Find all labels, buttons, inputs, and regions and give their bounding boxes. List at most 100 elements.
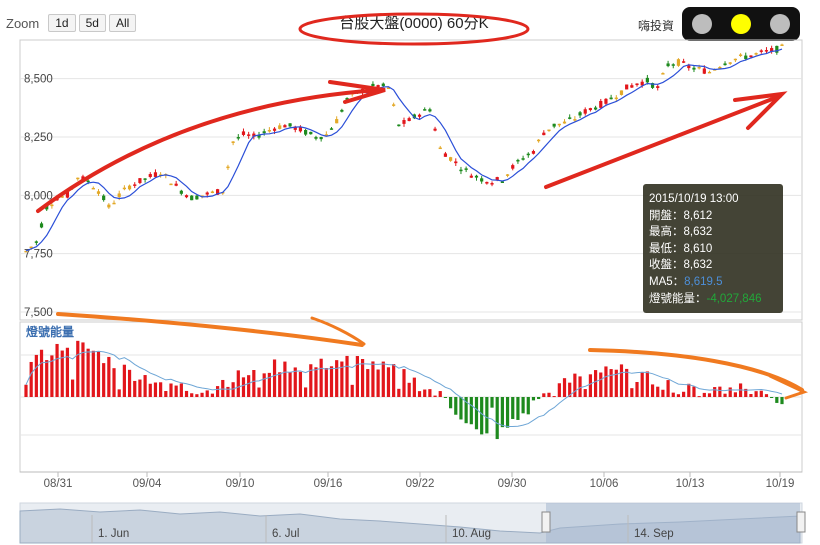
candle-body (107, 204, 111, 208)
volume-bar (593, 370, 598, 397)
volume-bar (65, 347, 70, 397)
volume-bar (247, 375, 251, 397)
candle-body (267, 129, 271, 132)
volume-bar (215, 386, 220, 397)
candle-body (195, 195, 199, 200)
tooltip-high: 8,632 (683, 226, 713, 239)
volume-bar (562, 378, 567, 397)
volume-bar (71, 379, 75, 397)
uptrend-arrow-2 (544, 94, 782, 189)
volume-bar (366, 369, 370, 397)
candle-body (531, 151, 536, 154)
x-tick-label: 09/22 (406, 478, 435, 490)
volume-bar (241, 377, 246, 397)
x-tick-label: 10/19 (766, 478, 795, 490)
candle-body (526, 153, 530, 156)
volume-bar (169, 383, 173, 397)
y-tick-label: 8,500 (24, 74, 53, 86)
candle-body (433, 128, 437, 131)
candle-body (764, 50, 769, 52)
volume-bar (780, 397, 784, 405)
volume-bar (511, 397, 515, 419)
volume-bar (625, 368, 629, 397)
candle-body (428, 109, 432, 112)
volume-bar (713, 387, 717, 397)
x-tick-label: 09/10 (226, 478, 255, 490)
candle-body (205, 192, 209, 195)
candle-body (91, 187, 95, 190)
volume-bar (190, 393, 194, 397)
volume-bar (723, 393, 727, 397)
volume-bar (537, 397, 541, 400)
candle-body (609, 97, 613, 100)
volume-bar (423, 389, 427, 397)
volume-bar (490, 397, 494, 408)
candle-body (593, 107, 598, 110)
navigator-tick-label: 6. Jul (272, 528, 300, 540)
x-tick-label: 09/16 (314, 478, 343, 490)
volume-bar (221, 379, 225, 397)
volume-bar (278, 372, 282, 397)
candle-body (174, 183, 178, 186)
candle-body (122, 187, 126, 190)
candle-body (583, 109, 587, 114)
volume-bar (164, 391, 168, 397)
volume-bar (500, 397, 504, 428)
volume-bar (433, 395, 437, 397)
tooltip-date: 2015/10/19 13:00 (649, 193, 739, 205)
volume-bar (770, 397, 774, 398)
candle-body (614, 97, 618, 100)
tooltip-vol: -4,027,846 (706, 292, 762, 305)
volume-bar (257, 387, 261, 397)
tooltip-open-label: 開盤： (649, 209, 684, 222)
volume-bar (557, 383, 561, 397)
candle-body (127, 185, 132, 190)
candle-body (143, 178, 147, 180)
candle-body (96, 191, 101, 194)
volume-bar (272, 359, 277, 397)
candle-body (402, 120, 406, 124)
volume-bar (159, 382, 163, 397)
volume-bar (521, 397, 525, 414)
volume-bar (505, 397, 510, 428)
x-tick-label: 08/31 (44, 478, 73, 490)
volume-bar (728, 387, 732, 397)
volume-bar (687, 383, 691, 397)
volume-bar (200, 392, 204, 397)
volume-bar (319, 358, 323, 397)
volume-bar (76, 340, 80, 397)
candle-body (169, 183, 173, 186)
tooltip-close-label: 收盤： (649, 259, 684, 272)
candle-body (511, 165, 515, 169)
candle-body (210, 191, 215, 193)
volume-bar (345, 355, 349, 397)
volume-bar (184, 390, 189, 397)
volume-bar (397, 388, 401, 397)
volume-bar (107, 356, 111, 397)
volume-bar (661, 389, 665, 397)
volume-bar (609, 369, 613, 397)
volume-bar (412, 377, 416, 397)
volume-bar (733, 392, 737, 397)
candle-body (117, 193, 121, 197)
candle-body (278, 125, 282, 129)
tooltip-high-label: 最高： (649, 226, 684, 239)
candle-body (459, 169, 463, 172)
volume-bar (174, 385, 178, 397)
volume-bar (226, 386, 230, 397)
candle-body (288, 123, 292, 127)
volume-bar (459, 397, 463, 420)
candle-body (34, 241, 38, 243)
volume-bar (697, 396, 701, 398)
volume-bar (443, 397, 448, 398)
candle-body (454, 161, 458, 164)
volume-bar (376, 369, 380, 397)
volume-bar (583, 389, 587, 397)
candle-body (728, 62, 732, 64)
tooltip-vol-label: 燈號能量： (649, 292, 707, 305)
candle-body (469, 175, 473, 178)
candle-body (309, 131, 313, 135)
navigator-tick-label: 14. Sep (634, 528, 674, 540)
volume-bar (588, 374, 593, 397)
volume-bar (749, 394, 753, 397)
